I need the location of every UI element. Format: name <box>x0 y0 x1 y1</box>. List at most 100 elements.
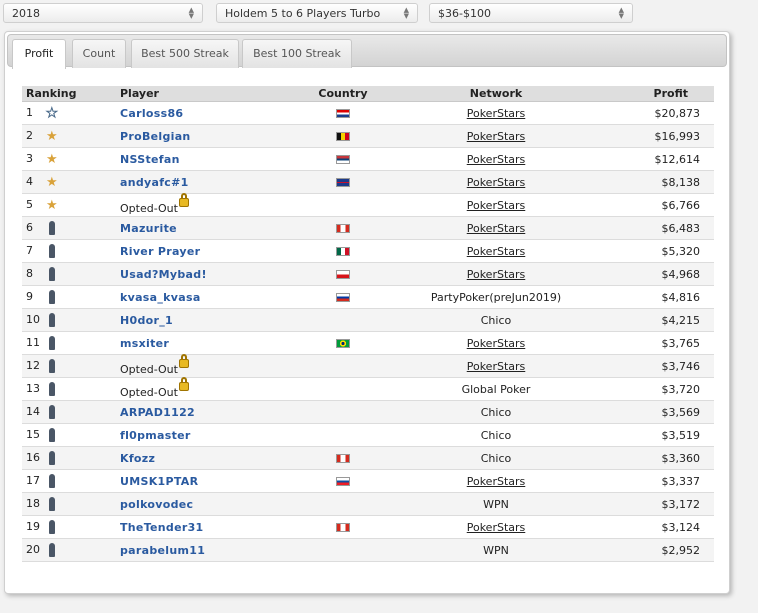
opted-out-label: Opted-Out <box>120 201 178 215</box>
rank-cell: 6 <box>22 216 116 240</box>
network-link[interactable]: PokerStars <box>467 153 526 166</box>
player-link[interactable]: msxiter <box>120 337 169 350</box>
player-link[interactable]: Kfozz <box>120 452 155 465</box>
network-cell: PokerStars <box>382 193 610 217</box>
network-cell: WPN <box>382 492 610 516</box>
profit-cell: $3,172 <box>610 492 714 516</box>
player-cell: fl0pmaster <box>116 423 304 447</box>
network-cell: PokerStars <box>382 170 610 194</box>
table-row: 13 Opted-Out Global Poker $3,720 <box>22 376 714 401</box>
profit-cell: $20,873 <box>610 101 714 125</box>
player-link[interactable]: Carloss86 <box>120 107 183 120</box>
player-link[interactable]: TheTender31 <box>120 521 204 534</box>
network-link[interactable]: PokerStars <box>467 199 526 212</box>
rank-number: 4 <box>26 175 33 189</box>
player-link[interactable]: Mazurite <box>120 222 177 235</box>
rank-number: 10 <box>26 313 40 326</box>
player-link[interactable]: parabelum11 <box>120 544 205 557</box>
tab-count[interactable]: Count <box>72 39 126 68</box>
table-row: 17 UMSK1PTAR PokerStars $3,337 <box>22 469 714 493</box>
network-link[interactable]: PokerStars <box>467 130 526 143</box>
country-cell <box>304 308 382 332</box>
network-link[interactable]: PokerStars <box>467 268 526 281</box>
rank-cell: 11 <box>22 331 116 355</box>
network-link[interactable]: PokerStars <box>467 360 526 373</box>
lock-icon <box>178 353 189 368</box>
table-row: 19 TheTender31 PokerStars $3,124 <box>22 515 714 539</box>
rank-number: 17 <box>26 474 40 487</box>
network-link[interactable]: PokerStars <box>467 337 526 350</box>
country-cell <box>304 239 382 263</box>
player-chip-icon <box>49 474 55 488</box>
network-cell: PokerStars <box>382 124 610 148</box>
player-cell: H0dor_1 <box>116 308 304 332</box>
profit-cell: $4,968 <box>610 262 714 286</box>
game-type-select[interactable]: Holdem 5 to 6 Players Turbo ▲ ▼ <box>216 3 418 23</box>
player-link[interactable]: kvasa_kvasa <box>120 291 201 304</box>
rank-number: 16 <box>26 451 40 464</box>
opted-out-label: Opted-Out <box>120 362 178 376</box>
network-link[interactable]: PokerStars <box>467 176 526 189</box>
table-row: 14 ARPAD1122 Chico $3,569 <box>22 400 714 424</box>
gold-star-icon: ★ <box>46 197 58 213</box>
player-cell: Usad?Mybad! <box>116 262 304 286</box>
stake-select[interactable]: $36-$100 ▲ ▼ <box>429 3 633 23</box>
profit-cell: $16,993 <box>610 124 714 148</box>
player-link[interactable]: UMSK1PTAR <box>120 475 198 488</box>
player-link[interactable]: polkovodec <box>120 498 193 511</box>
player-link[interactable]: fl0pmaster <box>120 429 191 442</box>
leaderboard-panel: Profit Count Best 500 Streak Best 100 St… <box>4 31 730 594</box>
network-cell: Chico <box>382 423 610 447</box>
header-country[interactable]: Country <box>304 86 382 102</box>
table-row: 3 ★ NSStefan PokerStars $12,614 <box>22 147 714 171</box>
country-cell <box>304 492 382 516</box>
player-chip-icon <box>49 405 55 419</box>
rank-cell: 2 ★ <box>22 124 116 148</box>
country-cell <box>304 377 382 401</box>
network-link[interactable]: PokerStars <box>467 222 526 235</box>
canada-flag <box>336 224 350 233</box>
header-profit[interactable]: Profit <box>610 86 714 102</box>
header-player[interactable]: Player <box>116 86 304 102</box>
profit-cell: $8,138 <box>610 170 714 194</box>
player-link[interactable]: River Prayer <box>120 245 200 258</box>
opted-out-label: Opted-Out <box>120 385 178 399</box>
header-network[interactable]: Network <box>382 86 610 102</box>
table-row: 11 msxiter PokerStars $3,765 <box>22 331 714 355</box>
rank-cell: 13 <box>22 377 116 401</box>
table-row: 15 fl0pmaster Chico $3,519 <box>22 423 714 447</box>
tab-best-100-streak[interactable]: Best 100 Streak <box>242 39 352 68</box>
player-cell: Carloss86 <box>116 101 304 125</box>
country-cell <box>304 124 382 148</box>
country-cell <box>304 331 382 355</box>
player-chip-icon <box>49 428 55 442</box>
tab-profit[interactable]: Profit <box>12 39 66 69</box>
network-link[interactable]: PokerStars <box>467 107 526 120</box>
profit-cell: $4,816 <box>610 285 714 309</box>
tab-best-500-streak[interactable]: Best 500 Streak <box>131 39 239 68</box>
network-cell: PokerStars <box>382 147 610 171</box>
player-link[interactable]: ProBelgian <box>120 130 191 143</box>
header-ranking[interactable]: Ranking <box>22 86 116 102</box>
player-link[interactable]: NSStefan <box>120 153 180 166</box>
player-link[interactable]: Usad?Mybad! <box>120 268 207 281</box>
network-link[interactable]: PokerStars <box>467 475 526 488</box>
rank-cell: 19 <box>22 515 116 539</box>
serbia-flag <box>336 155 350 164</box>
canada-flag <box>336 454 350 463</box>
player-link[interactable]: ARPAD1122 <box>120 406 195 419</box>
player-cell: andyafc#1 <box>116 170 304 194</box>
network-link[interactable]: PokerStars <box>467 521 526 534</box>
player-cell: parabelum11 <box>116 538 304 562</box>
player-chip-icon <box>49 382 55 396</box>
country-cell <box>304 216 382 240</box>
player-link[interactable]: H0dor_1 <box>120 314 173 327</box>
network-cell: PokerStars <box>382 515 610 539</box>
gold-star-icon: ★ <box>46 128 58 144</box>
network-cell: Chico <box>382 400 610 424</box>
profit-cell: $3,569 <box>610 400 714 424</box>
year-select[interactable]: 2018 ▲ ▼ <box>3 3 203 23</box>
player-link[interactable]: andyafc#1 <box>120 176 189 189</box>
rank-number: 15 <box>26 428 40 441</box>
network-link[interactable]: PokerStars <box>467 245 526 258</box>
